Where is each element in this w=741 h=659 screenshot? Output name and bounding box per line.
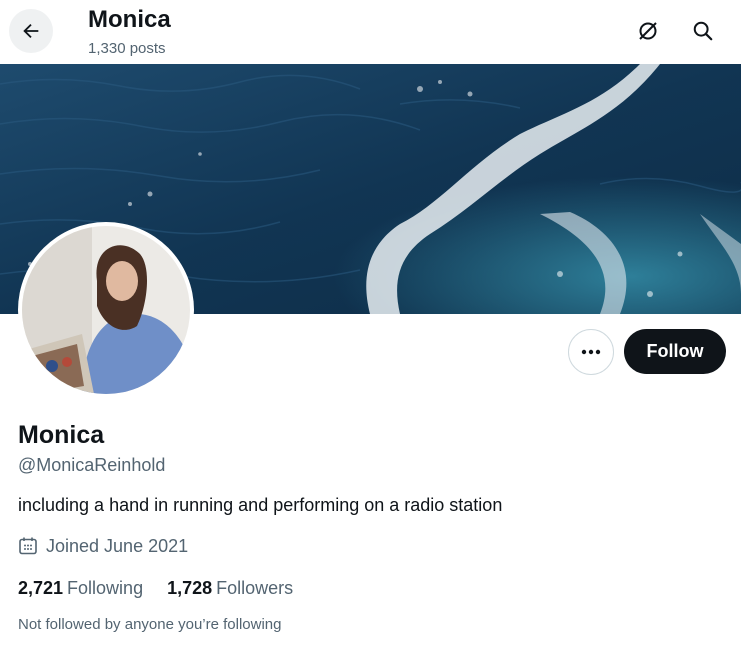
search-button[interactable] — [685, 13, 721, 49]
calendar-icon — [19, 537, 37, 555]
profile-display-name: Monica — [18, 421, 105, 449]
avatar-photo — [22, 226, 190, 394]
followers-link[interactable]: 1,728 Followers — [167, 577, 293, 599]
notifications-off-button[interactable] — [630, 13, 666, 49]
more-dots-icon — [581, 349, 601, 355]
profile-bio: including a hand in running and performi… — [18, 495, 503, 515]
back-button[interactable] — [9, 9, 53, 53]
follow-button[interactable]: Follow — [624, 329, 726, 374]
header-title: Monica — [88, 6, 171, 33]
following-label: Following — [67, 578, 144, 598]
joined-date: Joined June 2021 — [18, 534, 188, 558]
following-link[interactable]: 2,721 Following — [18, 577, 143, 599]
top-bar: Monica 1,330 posts — [0, 0, 741, 64]
search-icon — [693, 21, 713, 41]
arrow-left-icon — [23, 23, 39, 39]
joined-text: Joined June 2021 — [46, 535, 189, 556]
followers-count: 1,728 — [167, 578, 213, 598]
bell-slash-icon — [639, 22, 657, 40]
follow-stats: 2,721 Following 1,728 Followers — [18, 577, 293, 599]
posts-count: 1,330 posts — [88, 40, 166, 57]
more-options-button[interactable] — [568, 329, 614, 375]
profile-handle: @MonicaReinhold — [18, 455, 166, 475]
profile-avatar[interactable] — [18, 222, 194, 398]
mutual-followers-note: Not followed by anyone you’re following — [18, 616, 282, 633]
followers-label: Followers — [216, 578, 294, 598]
following-count: 2,721 — [18, 578, 64, 598]
